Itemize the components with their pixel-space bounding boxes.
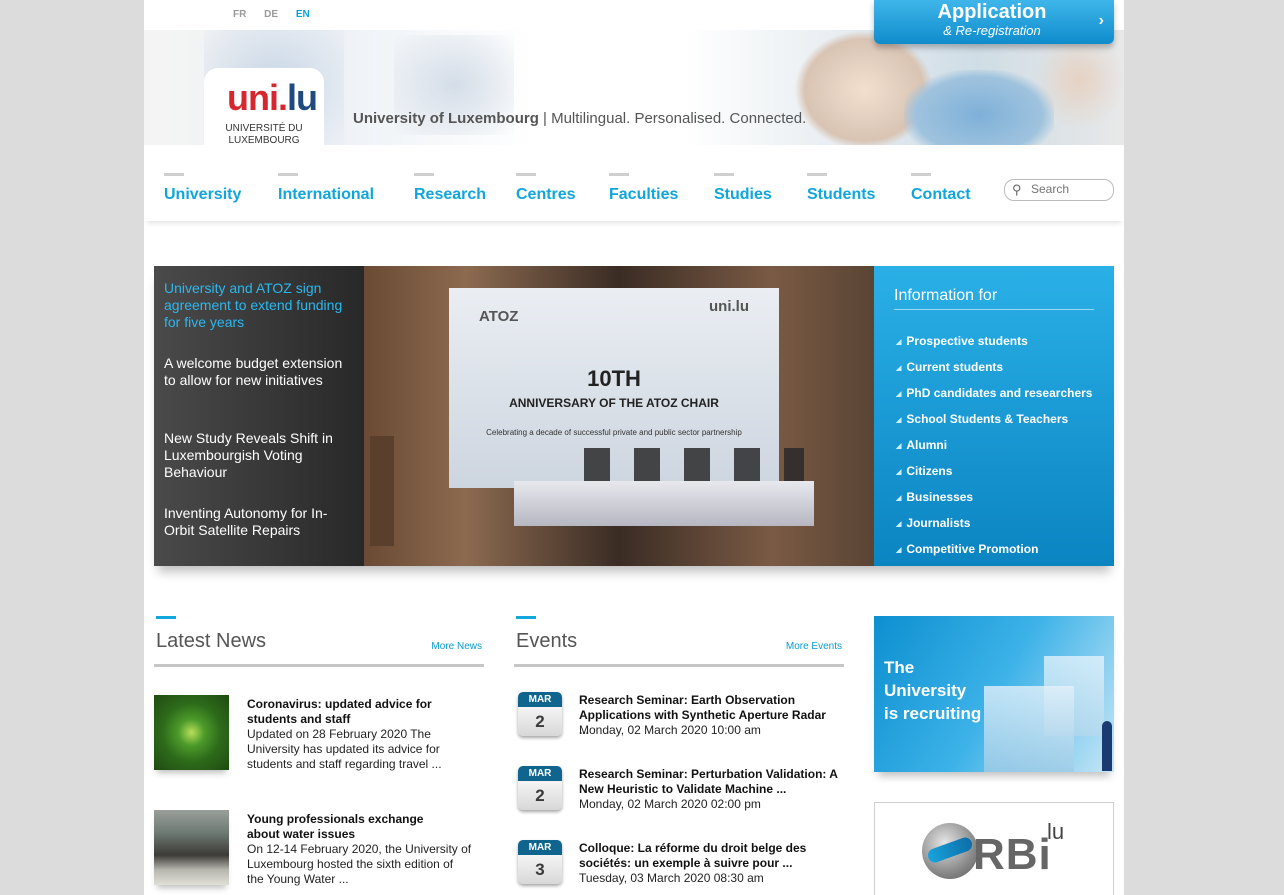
tagline: University of Luxembourg | Multilingual.…	[353, 110, 807, 127]
info-link-businesses[interactable]: ◢ Businesses	[896, 490, 973, 504]
nav-faculties[interactable]: Faculties	[609, 173, 678, 204]
orbi-suffix: lu	[1047, 819, 1065, 844]
info-link-journalists[interactable]: ◢ Journalists	[896, 516, 970, 530]
feature-story[interactable]: University and ATOZ sign agreement to ex…	[164, 280, 356, 331]
nav-international[interactable]: International	[278, 173, 374, 204]
language-selector: FR DE EN	[233, 9, 325, 20]
info-link-school[interactable]: ◢ School Students & Teachers	[896, 412, 1068, 426]
latest-news-title: Latest News	[156, 630, 267, 652]
news-summary: On 12-14 February 2020, the University o…	[247, 842, 472, 886]
lang-fr[interactable]: FR	[233, 9, 246, 20]
feature-story-list: University and ATOZ sign agreement to ex…	[154, 266, 364, 566]
events-header: Events More Events	[514, 616, 844, 667]
recruiting-banner[interactable]: The University is recruiting	[874, 616, 1114, 772]
nav-centres[interactable]: Centres	[516, 173, 576, 204]
nav-students[interactable]: Students	[807, 173, 875, 204]
triangle-icon: ◢	[896, 495, 902, 502]
info-title: Information for	[894, 287, 998, 304]
nav-university[interactable]: University	[164, 173, 241, 204]
news-headline[interactable]: Young professionals exchange about water…	[247, 812, 457, 842]
lang-en[interactable]: EN	[296, 9, 310, 20]
event-datetime: Monday, 02 March 2020 02:00 pm	[579, 797, 761, 811]
university-logo[interactable]: uni.lu UNIVERSITÉ DU LUXEMBOURG	[204, 68, 324, 148]
application-title: Application	[937, 1, 1047, 23]
latest-news-header: Latest News More News	[154, 616, 484, 667]
more-news-link[interactable]: More News	[431, 641, 482, 652]
event-item: MAR 3 Colloque: La réforme du droit belge…	[514, 840, 844, 895]
info-link-phd[interactable]: ◢ PhD candidates and researchers	[896, 386, 1092, 400]
info-link-prospective-students[interactable]: ◢ Prospective students	[896, 334, 1028, 348]
search-icon: ⚲	[1012, 182, 1022, 197]
search-input[interactable]	[1031, 182, 1107, 196]
application-button[interactable]: Application & Re-registration ›	[874, 0, 1114, 44]
main-navigation: University International Research Centre…	[144, 145, 1124, 221]
search-box[interactable]: ⚲	[1004, 179, 1114, 201]
triangle-icon: ◢	[896, 521, 902, 528]
event-title[interactable]: Research Seminar: Perturbation Validatio…	[579, 767, 839, 797]
event-datetime: Tuesday, 03 March 2020 08:30 am	[579, 871, 764, 885]
event-item: MAR 2 Research Seminar: Earth Observation…	[514, 692, 844, 752]
application-subtitle: & Re-registration	[943, 23, 1041, 38]
feature-photo[interactable]: ATOZ uni.lu 10TH ANNIVERSARY OF THE ATOZ…	[364, 266, 874, 566]
lang-de[interactable]: DE	[264, 9, 278, 20]
chevron-right-icon: ›	[1098, 12, 1104, 29]
triangle-icon: ◢	[896, 443, 902, 450]
person-silhouette	[1102, 721, 1112, 771]
feature-story[interactable]: A welcome budget extension to allow for …	[164, 355, 356, 389]
logo-text: UNIVERSITÉ DU LUXEMBOURG	[225, 123, 303, 146]
event-item: MAR 2 Research Seminar: Perturbation Vali…	[514, 766, 844, 826]
nav-contact[interactable]: Contact	[911, 173, 971, 204]
information-for-panel: Information for ◢ Prospective students ◢ C…	[874, 266, 1114, 566]
orbilu-banner[interactable]: RBi lu	[874, 802, 1114, 895]
triangle-icon: ◢	[896, 339, 902, 346]
nav-studies[interactable]: Studies	[714, 173, 772, 204]
page: FR DE EN uni.lu UNIVERSITÉ DU LUXEMBOURG…	[144, 0, 1124, 895]
info-link-competitive-promotion[interactable]: ◢ Competitive Promotion	[896, 542, 1038, 556]
banner-image-right	[1034, 30, 1124, 130]
calendar-icon: MAR 2	[518, 766, 562, 810]
triangle-icon: ◢	[896, 365, 902, 372]
calendar-icon: MAR 3	[518, 840, 562, 884]
info-link-citizens[interactable]: ◢ Citizens	[896, 464, 952, 478]
info-link-current-students[interactable]: ◢ Current students	[896, 360, 1003, 374]
calendar-icon: MAR 2	[518, 692, 562, 736]
triangle-icon: ◢	[896, 391, 902, 398]
feature-carousel: University and ATOZ sign agreement to ex…	[154, 266, 1114, 566]
event-title[interactable]: Colloque: La réforme du droit belge des …	[579, 841, 839, 871]
news-summary: Updated on 28 February 2020 The Universi…	[247, 727, 442, 771]
triangle-icon: ◢	[896, 547, 902, 554]
building-graphic	[984, 686, 1074, 772]
news-item: Young professionals exchange about water…	[154, 810, 484, 890]
feature-story[interactable]: New Study Reveals Shift in Luxembourgish…	[164, 430, 356, 481]
news-headline[interactable]: Coronavirus: updated advice for students…	[247, 697, 457, 727]
event-datetime: Monday, 02 March 2020 10:00 am	[579, 723, 761, 737]
banner-image-shirt	[904, 70, 1054, 145]
info-link-alumni[interactable]: ◢ Alumni	[896, 438, 947, 452]
more-events-link[interactable]: More Events	[786, 641, 842, 652]
triangle-icon: ◢	[896, 417, 902, 424]
signing-table	[514, 481, 814, 526]
news-item: Coronavirus: updated advice for students…	[154, 695, 484, 775]
news-thumbnail-virus[interactable]	[154, 695, 229, 770]
divider	[894, 309, 1094, 310]
logo-mark: uni.lu	[227, 77, 318, 118]
feature-story[interactable]: Inventing Autonomy for In-Orbit Satellit…	[164, 505, 356, 539]
nav-research[interactable]: Research	[414, 173, 486, 204]
orbi-wordmark: RBi	[973, 830, 1052, 879]
news-thumbnail-group[interactable]	[154, 810, 229, 885]
recruiting-text: The University is recruiting	[884, 658, 982, 723]
events-title: Events	[516, 630, 578, 652]
triangle-icon: ◢	[896, 469, 902, 476]
lectern	[370, 436, 394, 546]
